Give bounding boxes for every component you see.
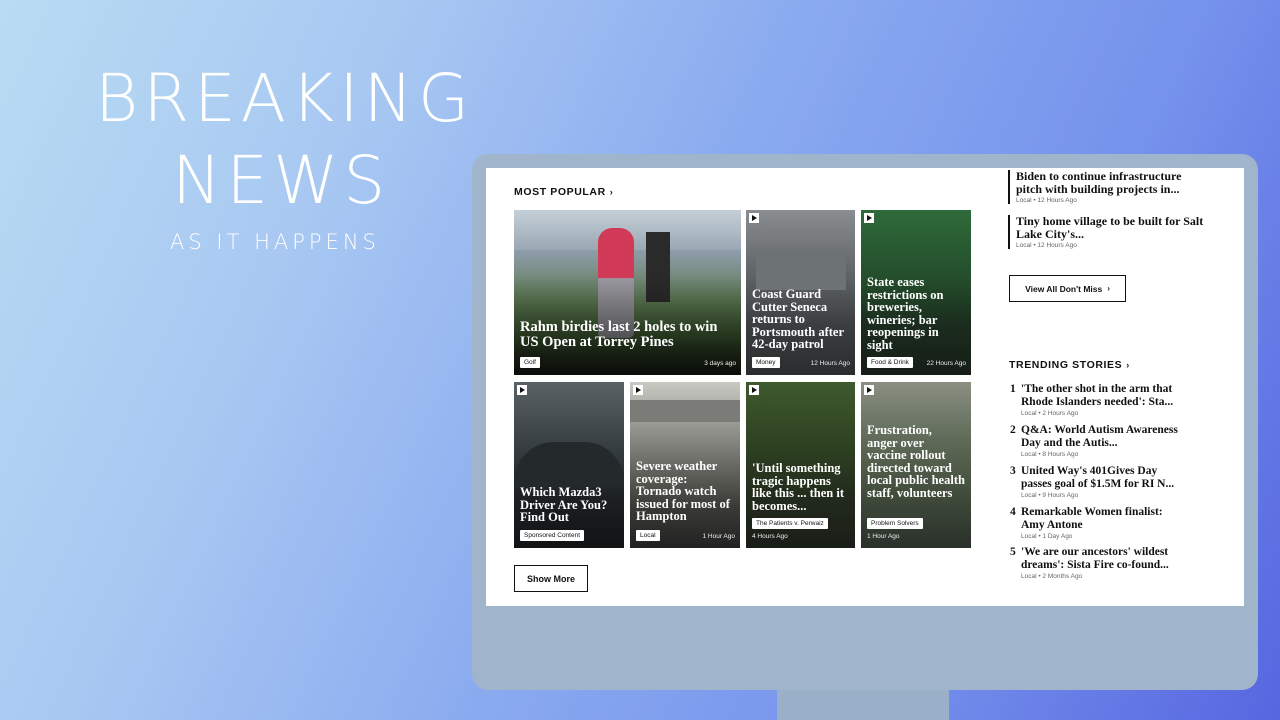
- card-headline: 'Until something tragic happens like thi…: [752, 461, 845, 513]
- trending-item[interactable]: 1 'The other shot in the arm that Rhode …: [1008, 383, 1208, 417]
- news-card[interactable]: Coast Guard Cutter Seneca returns to Por…: [746, 210, 855, 375]
- play-icon: [749, 385, 759, 395]
- trending-rank: 5: [1010, 546, 1016, 558]
- trending-item[interactable]: 5 'We are our ancestors' wildest dreams'…: [1008, 546, 1208, 580]
- play-icon: [633, 385, 643, 395]
- hero-subtitle: AS IT HAPPENS: [170, 230, 380, 254]
- play-icon: [864, 213, 874, 223]
- card-tag[interactable]: Sponsored Content: [520, 530, 585, 541]
- card-headline: Coast Guard Cutter Seneca returns to Por…: [752, 287, 844, 351]
- trending-meta: Local • 9 Hours Ago: [1021, 492, 1079, 499]
- view-all-dont-miss-button[interactable]: View All Don't Miss ›: [1009, 275, 1126, 302]
- most-popular-heading[interactable]: MOST POPULAR ›: [514, 186, 613, 198]
- card-time: 1 Hour Ago: [702, 533, 735, 540]
- trending-meta: Local • 1 Day Ago: [1021, 533, 1073, 540]
- news-card[interactable]: Which Mazda3 Driver Are You? Find Out Sp…: [514, 382, 624, 548]
- card-time: 1 Hour Ago: [867, 533, 900, 540]
- trending-meta: Local • 8 Hours Ago: [1021, 451, 1079, 458]
- trending-headline-line2[interactable]: passes goal of $1.5M for RI N...: [1021, 478, 1208, 491]
- hero-title-line1: BREAKING: [95, 60, 475, 137]
- trending-item[interactable]: 2 Q&A: World Autism Awareness Day and th…: [1008, 424, 1208, 458]
- street-figure: [630, 400, 740, 422]
- news-card[interactable]: Rahm birdies last 2 holes to win US Open…: [514, 210, 741, 375]
- trending-rank: 1: [1010, 383, 1016, 395]
- trending-headline-line1[interactable]: 'The other shot in the arm that: [1021, 383, 1208, 396]
- chevron-right-icon: ›: [1126, 360, 1130, 370]
- play-icon: [749, 213, 759, 223]
- trending-headline-line1[interactable]: Remarkable Women finalist:: [1021, 506, 1208, 519]
- trending-headline-line2[interactable]: Amy Antone: [1021, 519, 1208, 532]
- trending-headline-line1[interactable]: United Way's 401Gives Day: [1021, 465, 1208, 478]
- trending-headline-line1[interactable]: Q&A: World Autism Awareness: [1021, 424, 1208, 437]
- trending-item[interactable]: 3 United Way's 401Gives Day passes goal …: [1008, 465, 1208, 499]
- news-card[interactable]: 'Until something tragic happens like thi…: [746, 382, 855, 548]
- card-tag[interactable]: Local: [636, 530, 660, 541]
- trending-headline-line2[interactable]: Rhode Islanders needed': Sta...: [1021, 396, 1208, 409]
- ship-figure: [756, 250, 846, 290]
- news-card[interactable]: State eases restrictions on breweries, w…: [861, 210, 971, 375]
- news-card[interactable]: Severe weather coverage: Tornado watch i…: [630, 382, 740, 548]
- trending-rank: 2: [1010, 424, 1016, 436]
- trending-stories-heading[interactable]: TRENDING STORIES ›: [1009, 359, 1130, 371]
- trending-rank: 4: [1010, 506, 1016, 518]
- monitor-screen: MOST POPULAR › Rahm birdies last 2 holes …: [486, 168, 1244, 606]
- monitor-stand: [777, 690, 949, 720]
- card-tag[interactable]: Problem Solvers: [867, 518, 923, 529]
- dont-miss-item[interactable]: Biden to continue infrastructure pitch w…: [1008, 170, 1206, 204]
- dont-miss-meta: Local • 12 Hours Ago: [1016, 242, 1077, 249]
- dont-miss-headline[interactable]: Biden to continue infrastructure pitch w…: [1016, 170, 1206, 195]
- card-time: 4 Hours Ago: [752, 533, 788, 540]
- car-figure: [514, 442, 624, 487]
- trending-headline-line2[interactable]: dreams': Sista Fire co-found...: [1021, 559, 1208, 572]
- card-time: 3 days ago: [704, 360, 736, 367]
- card-headline: Which Mazda3 Driver Are You? Find Out: [520, 485, 608, 524]
- dont-miss-item[interactable]: Tiny home village to be built for Salt L…: [1008, 215, 1206, 249]
- card-headline: Rahm birdies last 2 holes to win US Open…: [520, 319, 718, 350]
- play-icon: [864, 385, 874, 395]
- play-icon: [517, 385, 527, 395]
- dont-miss-headline[interactable]: Tiny home village to be built for Salt L…: [1016, 215, 1206, 240]
- card-time: 12 Hours Ago: [810, 360, 850, 367]
- hero-title-line2: NEWS: [172, 142, 391, 219]
- trending-meta: Local • 2 Months Ago: [1021, 573, 1083, 580]
- card-tag[interactable]: Golf: [520, 357, 540, 368]
- card-headline: State eases restrictions on breweries, w…: [867, 275, 944, 352]
- trending-rank: 3: [1010, 465, 1016, 477]
- trending-headline-line1[interactable]: 'We are our ancestors' wildest: [1021, 546, 1208, 559]
- show-more-button[interactable]: Show More: [514, 565, 588, 592]
- card-headline: Frustration, anger over vaccine rollout …: [867, 423, 965, 500]
- card-tag[interactable]: Food & Drink: [867, 357, 913, 368]
- news-card[interactable]: Frustration, anger over vaccine rollout …: [861, 382, 971, 548]
- trending-meta: Local • 2 Hours Ago: [1021, 410, 1079, 417]
- dont-miss-meta: Local • 12 Hours Ago: [1016, 197, 1077, 204]
- card-headline: Severe weather coverage: Tornado watch i…: [636, 459, 730, 523]
- trending-headline-line2[interactable]: Day and the Autis...: [1021, 437, 1208, 450]
- card-time: 22 Hours Ago: [926, 360, 966, 367]
- chevron-right-icon: ›: [609, 187, 614, 197]
- chevron-right-icon: ›: [1107, 284, 1110, 293]
- card-tag[interactable]: The Patients v. Perwaiz: [752, 518, 828, 529]
- card-tag[interactable]: Money: [752, 357, 780, 368]
- trending-item[interactable]: 4 Remarkable Women finalist: Amy Antone …: [1008, 506, 1208, 540]
